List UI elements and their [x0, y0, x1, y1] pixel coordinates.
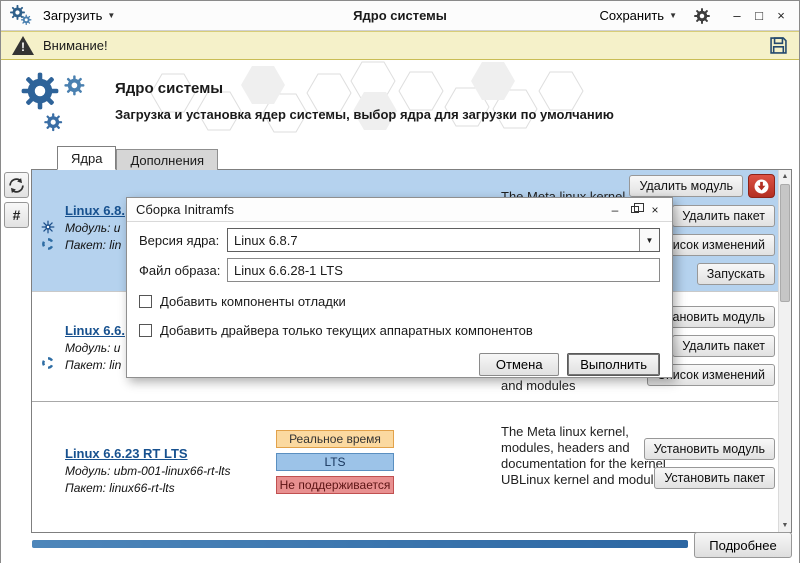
hash-icon: #	[12, 207, 21, 223]
dialog-title: Сборка Initramfs	[136, 202, 234, 217]
download-button[interactable]	[748, 174, 775, 198]
kernel-link[interactable]: Linux 6.6.	[65, 323, 125, 338]
progress-bar	[32, 540, 688, 548]
close-button[interactable]: ×	[771, 6, 791, 26]
dialog-minimize-button[interactable]: –	[607, 202, 623, 218]
image-file-value: Linux 6.6.28-1 LTS	[234, 262, 343, 278]
maximize-button[interactable]: □	[749, 6, 769, 26]
scroll-up-icon[interactable]: ▲	[779, 170, 791, 183]
package-icon	[41, 238, 54, 251]
save-menu-button[interactable]: Сохранить ▼	[593, 5, 683, 26]
remove-package-button[interactable]: Удалить пакет	[672, 205, 775, 227]
dialog-titlebar[interactable]: Сборка Initramfs – ×	[127, 198, 672, 222]
dialog-restore-button[interactable]	[627, 202, 644, 218]
chevron-down-icon: ▼	[107, 10, 116, 20]
kernel-version-value: Linux 6.8.7	[234, 232, 298, 248]
tab-kernels[interactable]: Ядра	[57, 146, 117, 170]
footer: Подробнее	[1, 532, 799, 564]
install-module-button[interactable]: Установить модуль	[643, 438, 775, 460]
load-menu-label: Загрузить	[43, 8, 103, 23]
app-window: Загрузить ▼ Ядро системы Сохранить ▼ – □…	[0, 0, 800, 564]
kernel-version-label: Версия ядра:	[139, 232, 220, 248]
page-subtitle: Загрузка и установка ядер системы, выбор…	[115, 107, 614, 122]
page-title: Ядро системы	[115, 80, 224, 97]
image-file-label: Файл образа:	[139, 262, 221, 278]
initramfs-dialog: Сборка Initramfs – × Версия ядра: Linux …	[126, 197, 673, 378]
dialog-close-button[interactable]: ×	[647, 202, 663, 218]
module-line: Модуль: ubm-001-linux66-rt-lts	[65, 464, 231, 478]
current-hardware-drivers-label: Добавить драйвера только текущих аппарат…	[160, 323, 533, 338]
settings-gear-icon[interactable]	[693, 7, 711, 25]
save-floppy-icon[interactable]	[768, 35, 789, 56]
kernel-row[interactable]: Linux 6.6.23 RT LTS Модуль: ubm-001-linu…	[32, 401, 778, 532]
scroll-down-icon[interactable]: ▼	[779, 519, 791, 532]
warning-icon: !	[11, 35, 35, 56]
warning-bar: ! Внимание!	[1, 31, 799, 60]
hash-button[interactable]: #	[4, 202, 29, 228]
image-file-input[interactable]: Linux 6.6.28-1 LTS	[227, 258, 660, 282]
remove-module-button[interactable]: Удалить модуль	[629, 175, 743, 197]
package-line: Пакет: linux66-rt-lts	[65, 481, 175, 495]
cancel-button[interactable]: Отмена	[479, 353, 560, 376]
app-gears-icon	[9, 4, 33, 28]
refresh-button[interactable]	[4, 172, 29, 198]
kernel-gears-icon	[17, 68, 99, 138]
checkbox-icon[interactable]	[139, 324, 152, 337]
checkbox-icon[interactable]	[139, 295, 152, 308]
kernel-link[interactable]: Linux 6.8.	[65, 203, 125, 218]
chevron-down-icon[interactable]: ▼	[639, 229, 659, 251]
debug-components-label: Добавить компоненты отладки	[160, 294, 346, 309]
progress-fill	[32, 540, 688, 548]
save-menu-label: Сохранить	[599, 8, 665, 23]
package-icon	[41, 357, 54, 370]
remove-package-button[interactable]: Удалить пакет	[672, 335, 775, 357]
badge-lts: LTS	[276, 453, 394, 471]
module-icon	[41, 220, 55, 234]
details-button[interactable]: Подробнее	[694, 532, 792, 558]
badge-unsupported: Не поддерживается	[276, 476, 394, 494]
package-line: Пакет: lin	[65, 238, 122, 252]
badge-realtime: Реальное время	[276, 430, 394, 448]
debug-components-checkbox[interactable]: Добавить компоненты отладки	[127, 294, 672, 309]
run-button[interactable]: Запускать	[696, 263, 775, 285]
vertical-scrollbar[interactable]: ▲ ▼	[778, 170, 791, 532]
load-menu-button[interactable]: Загрузить ▼	[37, 5, 121, 26]
window-controls: – □ ×	[727, 6, 791, 26]
titlebar: Загрузить ▼ Ядро системы Сохранить ▼ – □…	[1, 1, 799, 31]
package-line: Пакет: lin	[65, 358, 122, 372]
restore-icon	[631, 203, 644, 213]
tab-addons[interactable]: Дополнения	[116, 149, 219, 170]
side-toolbar: #	[4, 172, 29, 228]
tab-bar: Ядра Дополнения	[57, 146, 219, 170]
install-package-button[interactable]: Установить пакет	[654, 467, 775, 489]
download-icon	[754, 179, 769, 193]
run-button[interactable]: Выполнить	[567, 353, 660, 376]
kernel-link[interactable]: Linux 6.6.23 RT LTS	[65, 446, 188, 461]
minimize-button[interactable]: –	[727, 6, 747, 26]
module-line: Модуль: u	[65, 341, 121, 355]
current-hardware-drivers-checkbox[interactable]: Добавить драйвера только текущих аппарат…	[127, 323, 672, 338]
page-header: Ядро системы Загрузка и установка ядер с…	[1, 60, 799, 145]
kernel-version-select[interactable]: Linux 6.8.7 ▼	[227, 228, 660, 252]
module-line: Модуль: u	[65, 221, 121, 235]
chevron-down-icon: ▼	[669, 10, 677, 20]
warning-message: Внимание!	[43, 38, 108, 53]
scrollbar-thumb[interactable]	[780, 184, 790, 302]
refresh-icon	[9, 177, 24, 193]
